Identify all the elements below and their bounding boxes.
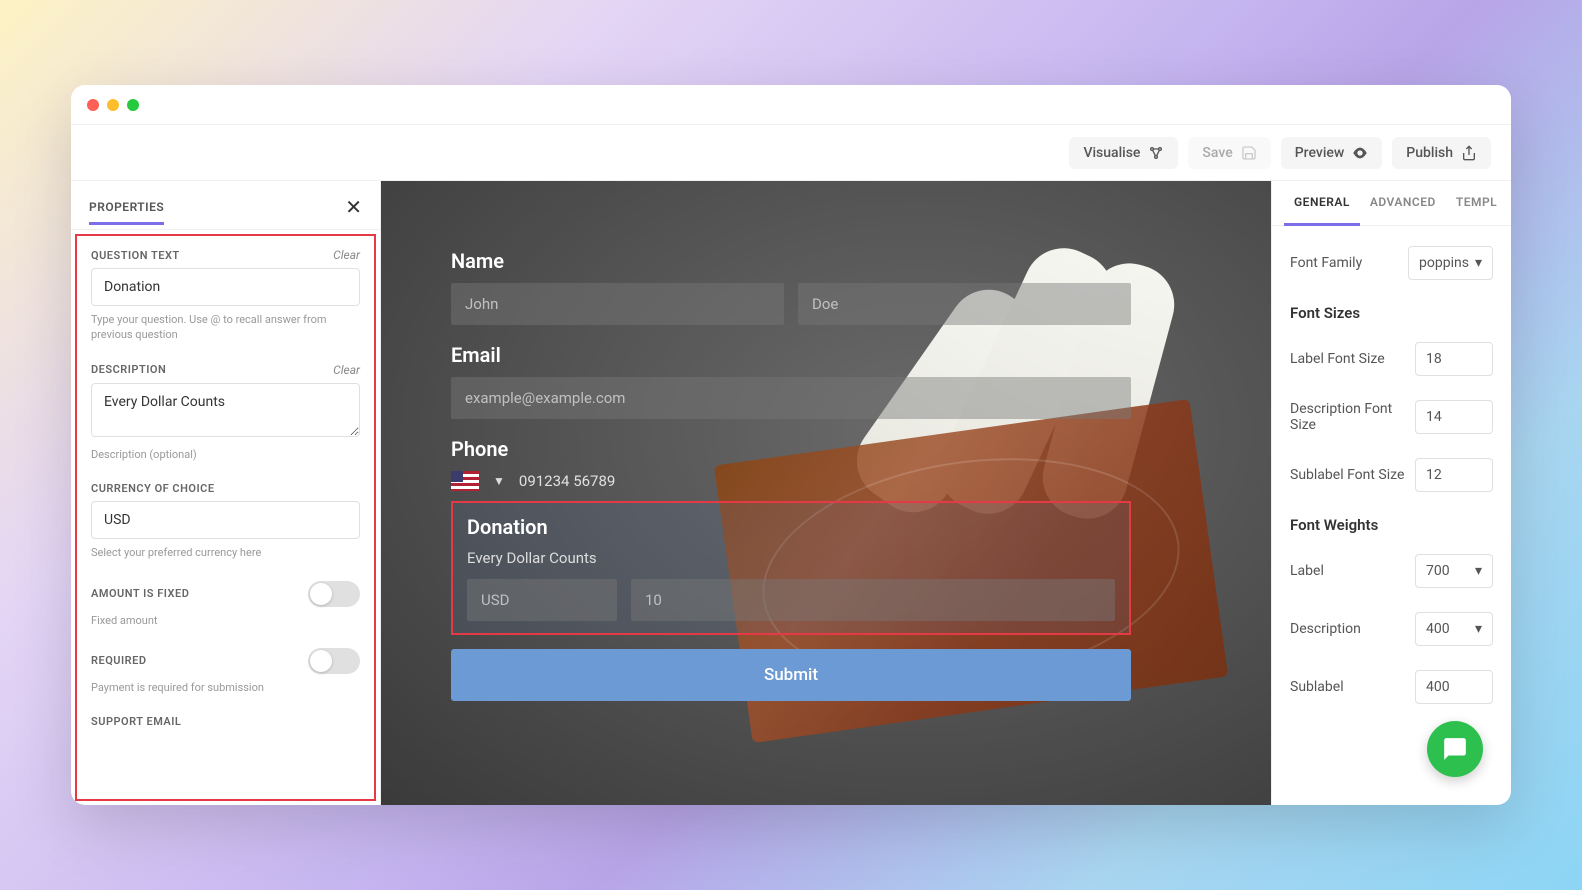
eye-icon <box>1352 145 1368 161</box>
donation-desc: Every Dollar Counts <box>467 549 1115 567</box>
email-input[interactable] <box>451 377 1131 419</box>
export-icon <box>1461 145 1477 161</box>
weight-desc-select[interactable]: 400▾ <box>1415 612 1493 646</box>
close-dot[interactable] <box>87 99 99 111</box>
chat-fab[interactable] <box>1427 721 1483 777</box>
description-help: Description (optional) <box>91 447 360 462</box>
phone-value: 091234 56789 <box>519 472 615 490</box>
main-area: PROPERTIES ✕ QUESTION TEXT Clear Type yo… <box>71 181 1511 805</box>
properties-header: PROPERTIES ✕ <box>71 181 380 230</box>
currency-input[interactable] <box>91 501 360 539</box>
amount-fixed-label: AMOUNT IS FIXED <box>91 587 189 600</box>
tab-advanced[interactable]: ADVANCED <box>1360 181 1446 225</box>
phone-label: Phone <box>451 437 1131 461</box>
minimize-dot[interactable] <box>107 99 119 111</box>
amount-fixed-toggle[interactable] <box>308 581 360 607</box>
currency-label: CURRENCY OF CHOICE <box>91 482 360 495</box>
donation-amount-input[interactable] <box>631 579 1115 621</box>
currency-help: Select your preferred currency here <box>91 545 360 560</box>
label-font-size-label: Label Font Size <box>1290 351 1385 367</box>
font-sizes-title: Font Sizes <box>1290 304 1493 322</box>
required-label: REQUIRED <box>91 654 147 667</box>
name-label: Name <box>451 249 1131 273</box>
titlebar <box>71 85 1511 125</box>
traffic-lights <box>87 99 139 111</box>
submit-button[interactable]: Submit <box>451 649 1131 701</box>
chevron-down-icon: ▾ <box>1475 621 1482 637</box>
flag-icon[interactable] <box>451 471 479 491</box>
form-canvas: Name Email Phone ▼ 091234 56789 Donation… <box>381 181 1271 805</box>
sub-font-size-label: Sublabel Font Size <box>1290 467 1404 483</box>
last-name-input[interactable] <box>798 283 1131 325</box>
chevron-down-icon: ▾ <box>1475 255 1482 271</box>
first-name-input[interactable] <box>451 283 784 325</box>
required-prop: REQUIRED Payment is required for submiss… <box>91 648 360 695</box>
font-weights-title: Font Weights <box>1290 516 1493 534</box>
desc-font-size-input[interactable]: 14 <box>1415 400 1493 434</box>
save-label: Save <box>1202 145 1232 161</box>
publish-label: Publish <box>1406 145 1453 161</box>
font-family-label: Font Family <box>1290 255 1362 271</box>
save-icon <box>1241 145 1257 161</box>
description-input[interactable] <box>91 383 360 437</box>
style-tabs: GENERAL ADVANCED TEMPL <box>1272 181 1511 226</box>
weight-sub-label: Sublabel <box>1290 679 1344 695</box>
tab-general[interactable]: GENERAL <box>1284 181 1360 226</box>
amount-fixed-prop: AMOUNT IS FIXED Fixed amount <box>91 581 360 628</box>
question-text-input[interactable] <box>91 268 360 306</box>
phone-row: ▼ 091234 56789 <box>451 471 1131 491</box>
required-help: Payment is required for submission <box>91 680 360 695</box>
properties-body: QUESTION TEXT Clear Type your question. … <box>75 234 376 801</box>
maximize-dot[interactable] <box>127 99 139 111</box>
question-text-label: QUESTION TEXT <box>91 249 180 262</box>
font-family-select[interactable]: poppins▾ <box>1408 246 1493 280</box>
properties-panel: PROPERTIES ✕ QUESTION TEXT Clear Type yo… <box>71 181 381 805</box>
required-toggle[interactable] <box>308 648 360 674</box>
sub-font-size-input[interactable]: 12 <box>1415 458 1493 492</box>
question-text-help: Type your question. Use @ to recall answ… <box>91 312 360 343</box>
preview-label: Preview <box>1295 145 1345 161</box>
desc-font-size-label: Description Font Size <box>1290 401 1415 433</box>
description-prop: DESCRIPTION Clear Description (optional) <box>91 363 360 462</box>
support-email-prop: SUPPORT EMAIL <box>91 715 360 728</box>
question-text-clear[interactable]: Clear <box>333 248 360 262</box>
close-icon[interactable]: ✕ <box>345 195 362 219</box>
question-text-prop: QUESTION TEXT Clear Type your question. … <box>91 248 360 343</box>
chevron-down-icon[interactable]: ▼ <box>493 474 505 488</box>
email-label: Email <box>451 343 1131 367</box>
save-button[interactable]: Save <box>1188 137 1270 169</box>
style-panel: GENERAL ADVANCED TEMPL Font Family poppi… <box>1271 181 1511 805</box>
toolbar: Visualise Save Preview Publish <box>71 125 1511 181</box>
chat-icon <box>1442 736 1468 762</box>
donation-label: Donation <box>467 515 1115 539</box>
tab-template[interactable]: TEMPL <box>1446 181 1507 225</box>
form-preview: Name Email Phone ▼ 091234 56789 Donation… <box>451 231 1131 701</box>
app-window: Visualise Save Preview Publish PROPERTIE… <box>71 85 1511 805</box>
weight-sub-select[interactable]: 400 <box>1415 670 1493 704</box>
donation-currency-input[interactable] <box>467 579 617 621</box>
weight-label-label: Label <box>1290 563 1324 579</box>
donation-section: Donation Every Dollar Counts <box>451 501 1131 635</box>
label-font-size-input[interactable]: 18 <box>1415 342 1493 376</box>
amount-fixed-help: Fixed amount <box>91 613 360 628</box>
support-email-label: SUPPORT EMAIL <box>91 715 360 728</box>
share-icon <box>1148 145 1164 161</box>
description-clear[interactable]: Clear <box>333 363 360 377</box>
visualise-label: Visualise <box>1083 145 1140 161</box>
chevron-down-icon: ▾ <box>1475 563 1482 579</box>
description-label: DESCRIPTION <box>91 363 166 376</box>
weight-label-select[interactable]: 700▾ <box>1415 554 1493 588</box>
publish-button[interactable]: Publish <box>1392 137 1491 169</box>
weight-desc-label: Description <box>1290 621 1361 637</box>
properties-title: PROPERTIES <box>89 200 164 225</box>
visualise-button[interactable]: Visualise <box>1069 137 1178 169</box>
preview-button[interactable]: Preview <box>1281 137 1383 169</box>
currency-prop: CURRENCY OF CHOICE Select your preferred… <box>91 482 360 560</box>
style-body: Font Family poppins▾ Font Sizes Label Fo… <box>1272 226 1511 748</box>
